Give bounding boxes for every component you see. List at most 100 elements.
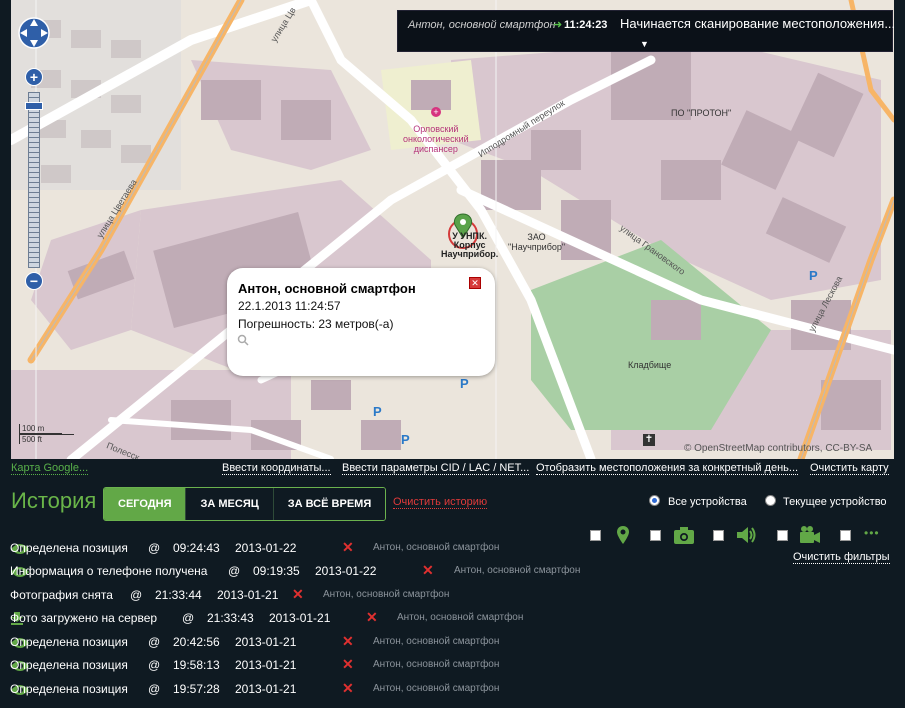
at-sign: @: [148, 541, 161, 555]
poi-line: ЗАО: [527, 232, 546, 242]
tab-month[interactable]: ЗА МЕСЯЦ: [186, 488, 274, 520]
event-name: Определена позиция: [10, 658, 128, 672]
event-time: 20:42:56: [173, 635, 220, 649]
history-row: Определена позиция @ 19:57:28 2013-01-21…: [10, 680, 499, 702]
delete-icon[interactable]: ✕: [366, 609, 378, 626]
event-device: Антон, основной смартфон: [454, 565, 581, 576]
map-view[interactable]: улица Цветаева улица Цв Ипподромный пере…: [11, 0, 894, 459]
delete-icon[interactable]: ✕: [342, 680, 354, 697]
filter-checkbox-video[interactable]: [777, 530, 788, 541]
filter-checkbox-location[interactable]: [590, 530, 601, 541]
poi-line: онкологический: [403, 134, 469, 144]
zoom-in-button[interactable]: +: [25, 68, 43, 86]
event-device: Антон, основной смартфон: [397, 612, 524, 623]
history-title: История: [11, 488, 97, 513]
event-time: 21:33:44: [155, 588, 202, 602]
map-attribution[interactable]: © OpenStreetMap contributors, CC-BY-SA: [684, 443, 872, 454]
history-period-tabs: СЕГОДНЯ ЗА МЕСЯЦ ЗА ВСЁ ВРЕМЯ: [103, 487, 387, 521]
more-icon[interactable]: •••: [864, 526, 880, 540]
enter-cid-link[interactable]: Ввести параметры CID / LAC / NET...: [342, 462, 530, 475]
clear-filters-link[interactable]: Очистить фильтры: [793, 551, 890, 564]
camera-icon: [674, 527, 694, 544]
video-camera-icon: [800, 526, 820, 543]
delete-icon[interactable]: ✕: [342, 656, 354, 673]
event-name: Фотография снята: [10, 588, 113, 602]
speaker-icon: [737, 527, 756, 543]
event-name: Фото загружено на сервер: [10, 611, 158, 625]
event-device: Антон, основной смартфон: [323, 589, 450, 600]
arrow-right-icon: ➜: [553, 19, 563, 31]
location-popup: Антон, основной смартфон 22.1.2013 11:24…: [227, 268, 495, 376]
event-date: 2013-01-21: [235, 682, 297, 696]
event-time: 19:57:28: [173, 682, 220, 696]
pan-control[interactable]: [17, 16, 51, 50]
at-sign: @: [228, 564, 241, 578]
zoom-control: + −: [25, 68, 43, 290]
event-date: 2013-01-22: [315, 564, 377, 578]
zoom-handle[interactable]: [25, 102, 43, 110]
poi-cemetery: Кладбище: [628, 360, 672, 370]
popup-close-icon[interactable]: ✕: [469, 277, 481, 289]
delete-icon[interactable]: ✕: [342, 539, 354, 556]
history-row: Определена позиция @ 19:58:13 2013-01-21…: [10, 656, 499, 678]
scale-bar: 100 m 500 ft: [19, 424, 74, 444]
event-time: 09:24:43: [173, 541, 220, 555]
parking-icon: P: [373, 404, 382, 419]
poi-line: "Научприбор": [508, 242, 566, 252]
parking-icon: P: [460, 376, 469, 391]
notification-message: Начинается сканирование местоположения..…: [620, 16, 894, 31]
event-device: Антон, основной смартфон: [373, 659, 500, 670]
enter-coordinates-link[interactable]: Ввести координаты...: [222, 462, 331, 475]
scale-bottom: 500 ft: [19, 434, 74, 444]
at-sign: @: [148, 635, 161, 649]
poi-oncology: Орловский онкологический диспансер: [403, 124, 469, 154]
tab-today[interactable]: СЕГОДНЯ: [104, 488, 187, 520]
zoom-to-icon[interactable]: [237, 334, 249, 346]
event-date: 2013-01-21: [235, 635, 297, 649]
at-sign: @: [130, 588, 143, 602]
expand-down-icon[interactable]: ▼: [640, 39, 649, 49]
radio-current-device-label: Текущее устройство: [783, 496, 887, 508]
delete-icon[interactable]: ✕: [292, 586, 304, 603]
location-pin-icon: [617, 526, 629, 544]
at-sign: @: [182, 611, 195, 625]
clear-map-link[interactable]: Очистить карту: [810, 462, 889, 475]
filter-checkbox-more[interactable]: [840, 530, 851, 541]
popup-datetime: 22.1.2013 11:24:57: [238, 299, 341, 313]
event-time: 19:58:13: [173, 658, 220, 672]
map-toolbar: Карта Google... Ввести координаты... Вве…: [0, 459, 905, 479]
popup-accuracy: Погрешность: 23 метров(-а): [238, 317, 394, 331]
clear-history-link[interactable]: Очистить историю: [393, 496, 488, 509]
filter-checkbox-sound[interactable]: [713, 530, 724, 541]
event-device: Антон, основной смартфон: [373, 636, 500, 647]
notification-strip[interactable]: Антон, основной смартфон ➜ 11:24:23 Начи…: [397, 10, 894, 52]
scale-top: 100 m: [19, 424, 62, 434]
marker-label: У УНПК. Корпус Научприбор.: [441, 232, 498, 259]
zoom-out-button[interactable]: −: [25, 272, 43, 290]
event-device: Антон, основной смартфон: [373, 683, 500, 694]
radio-all-devices-label: Все устройства: [668, 496, 747, 508]
popup-title: Антон, основной смартфон: [238, 281, 416, 296]
delete-icon[interactable]: ✕: [342, 633, 354, 650]
event-name: Определена позиция: [10, 682, 128, 696]
history-row: Информация о телефоне получена @ 09:19:3…: [10, 562, 580, 584]
google-map-link[interactable]: Карта Google...: [11, 462, 89, 475]
poi-line: Орловский: [413, 124, 459, 134]
radio-all-devices[interactable]: [649, 495, 660, 506]
show-day-link[interactable]: Отобразить местоположения за конкретный …: [536, 462, 799, 475]
event-date: 2013-01-22: [235, 541, 297, 555]
notification-device: Антон, основной смартфон: [408, 19, 556, 31]
radio-current-device[interactable]: [765, 495, 776, 506]
parking-icon: P: [401, 432, 410, 447]
tab-all-time[interactable]: ЗА ВСЁ ВРЕМЯ: [273, 488, 386, 520]
filter-checkbox-photo[interactable]: [650, 530, 661, 541]
history-row: Определена позиция @ 20:42:56 2013-01-21…: [10, 633, 499, 655]
zoom-slider[interactable]: [28, 92, 40, 268]
delete-icon[interactable]: ✕: [422, 562, 434, 579]
event-name: Информация о телефоне получена: [10, 564, 208, 578]
poi-nauchpribor: ЗАО "Научприбор": [508, 232, 565, 252]
at-sign: @: [148, 682, 161, 696]
hospital-icon: +: [431, 107, 441, 117]
notification-time: 11:24:23: [564, 19, 608, 31]
history-row: Определена позиция @ 09:24:43 2013-01-22…: [10, 539, 499, 561]
